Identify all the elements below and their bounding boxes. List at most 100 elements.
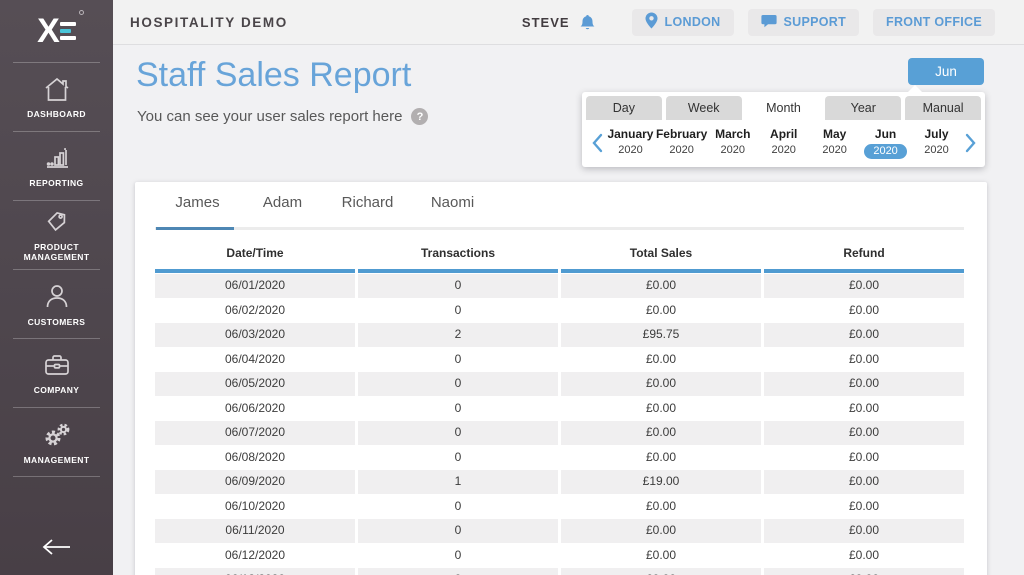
table-cell: 06/07/2020 bbox=[155, 421, 355, 445]
table-cell: £0.00 bbox=[764, 495, 964, 519]
notification-bell-icon[interactable] bbox=[579, 13, 596, 32]
table-body: 06/01/20200£0.00£0.0006/02/20200£0.00£0.… bbox=[155, 274, 964, 575]
month-item-may[interactable]: May2020 bbox=[809, 127, 860, 159]
table-cell: £0.00 bbox=[561, 568, 761, 575]
months-strip: January2020February2020March2020April202… bbox=[605, 127, 962, 159]
table-cell: £0.00 bbox=[561, 421, 761, 445]
front-office-button-label: FRONT OFFICE bbox=[886, 15, 982, 29]
month-item-july[interactable]: July2020 bbox=[911, 127, 962, 159]
column-header: Total Sales bbox=[561, 246, 761, 273]
table-row: 06/04/20200£0.00£0.00 bbox=[155, 348, 964, 372]
table-cell: £0.00 bbox=[764, 568, 964, 575]
table-cell: 0 bbox=[358, 348, 558, 372]
back-button[interactable] bbox=[0, 536, 113, 563]
month-year: 2020 bbox=[809, 144, 860, 156]
chevron-right-icon[interactable] bbox=[962, 133, 978, 153]
brand-logo[interactable]: X bbox=[0, 0, 113, 62]
sidebar-item-label: REPORTING bbox=[27, 178, 85, 188]
chevron-left-icon[interactable] bbox=[589, 133, 605, 153]
user-name[interactable]: STEVE bbox=[522, 15, 570, 30]
month-name: Jun bbox=[860, 127, 911, 141]
sales-table: Date/TimeTransactionsTotal SalesRefund 0… bbox=[155, 246, 964, 575]
table-cell: 1 bbox=[358, 470, 558, 494]
chat-bubble-icon bbox=[761, 14, 777, 31]
staff-tab-adam[interactable]: Adam bbox=[240, 194, 325, 227]
bar-chart-icon bbox=[42, 144, 72, 172]
help-icon[interactable]: ? bbox=[411, 108, 428, 125]
table-row: 06/06/20200£0.00£0.00 bbox=[155, 397, 964, 421]
sidebar-item-management[interactable]: MANAGEMENT bbox=[0, 408, 113, 476]
table-cell: £0.00 bbox=[764, 299, 964, 323]
picker-tab-week[interactable]: Week bbox=[666, 96, 742, 120]
sidebar-item-company[interactable]: COMPANY bbox=[0, 339, 113, 407]
sidebar-item-dashboard[interactable]: DASHBOARD bbox=[0, 63, 113, 131]
table-row: 06/02/20200£0.00£0.00 bbox=[155, 299, 964, 323]
table-cell: £0.00 bbox=[764, 372, 964, 396]
month-item-jun[interactable]: Jun2020 bbox=[860, 127, 911, 159]
table-cell: £0.00 bbox=[764, 544, 964, 568]
front-office-button[interactable]: FRONT OFFICE bbox=[873, 9, 995, 36]
picker-tab-day[interactable]: Day bbox=[586, 96, 662, 120]
table-cell: 0 bbox=[358, 372, 558, 396]
month-name: February bbox=[656, 127, 707, 141]
staff-tab-naomi[interactable]: Naomi bbox=[410, 194, 495, 227]
table-cell: 0 bbox=[358, 274, 558, 298]
sidebar-item-reporting[interactable]: REPORTING bbox=[0, 132, 113, 200]
table-cell: 0 bbox=[358, 519, 558, 543]
table-cell: 0 bbox=[358, 495, 558, 519]
page-title: Staff Sales Report bbox=[136, 56, 411, 95]
table-cell: £0.00 bbox=[561, 544, 761, 568]
logo-x-glyph: X bbox=[37, 14, 58, 48]
table-cell: 0 bbox=[358, 446, 558, 470]
selected-month-button[interactable]: Jun bbox=[908, 58, 984, 85]
support-button[interactable]: SUPPORT bbox=[748, 9, 860, 36]
home-icon bbox=[42, 75, 72, 103]
month-year: 2020 bbox=[758, 144, 809, 156]
location-pin-icon bbox=[645, 12, 658, 32]
month-item-january[interactable]: January2020 bbox=[605, 127, 656, 159]
gears-icon bbox=[40, 419, 74, 449]
month-name: April bbox=[758, 127, 809, 141]
table-cell: £0.00 bbox=[764, 348, 964, 372]
table-row: 06/05/20200£0.00£0.00 bbox=[155, 372, 964, 396]
table-cell: 06/04/2020 bbox=[155, 348, 355, 372]
topbar: HOSPITALITY DEMO STEVE LONDON SUPPORT bbox=[113, 0, 1024, 45]
table-cell: £0.00 bbox=[561, 372, 761, 396]
sidebar-item-label: DASHBOARD bbox=[25, 109, 88, 119]
app-title: HOSPITALITY DEMO bbox=[130, 15, 522, 30]
staff-tab-richard[interactable]: Richard bbox=[325, 194, 410, 227]
table-cell: £0.00 bbox=[764, 274, 964, 298]
table-cell: £0.00 bbox=[561, 274, 761, 298]
location-button-label: LONDON bbox=[665, 15, 721, 29]
app-screen: X DASHBOARD bbox=[0, 0, 1024, 575]
sidebar-item-label: COMPANY bbox=[32, 385, 82, 395]
month-item-february[interactable]: February2020 bbox=[656, 127, 707, 159]
table-cell: £0.00 bbox=[561, 495, 761, 519]
sidebar: X DASHBOARD bbox=[0, 0, 113, 575]
picker-tab-year[interactable]: Year bbox=[825, 96, 901, 120]
table-cell: £19.00 bbox=[561, 470, 761, 494]
picker-tab-month[interactable]: Month bbox=[746, 96, 822, 120]
table-row: 06/03/20202£95.75£0.00 bbox=[155, 323, 964, 347]
table-cell: 06/13/2020 bbox=[155, 568, 355, 575]
table-cell: 06/12/2020 bbox=[155, 544, 355, 568]
date-picker-panel: DayWeekMonthYearManual January2020Februa… bbox=[582, 92, 985, 167]
sidebar-item-customers[interactable]: CUSTOMERS bbox=[0, 270, 113, 338]
picker-tabs: DayWeekMonthYearManual bbox=[582, 92, 985, 120]
picker-tab-manual[interactable]: Manual bbox=[905, 96, 981, 120]
table-cell: 0 bbox=[358, 544, 558, 568]
location-button[interactable]: LONDON bbox=[632, 9, 734, 36]
month-name: January bbox=[605, 127, 656, 141]
page-subtitle-row: You can see your user sales report here … bbox=[137, 108, 428, 125]
table-cell: £0.00 bbox=[561, 446, 761, 470]
table-cell: 06/01/2020 bbox=[155, 274, 355, 298]
column-header: Transactions bbox=[358, 246, 558, 273]
sidebar-item-product-management[interactable]: PRODUCT MANAGEMENT bbox=[0, 201, 113, 269]
staff-tab-james[interactable]: James bbox=[155, 194, 240, 227]
table-header-row: Date/TimeTransactionsTotal SalesRefund bbox=[155, 246, 964, 273]
month-item-april[interactable]: April 2020 bbox=[758, 127, 809, 159]
month-item-march[interactable]: March2020 bbox=[707, 127, 758, 159]
report-card: JamesAdamRichardNaomi Date/TimeTransacti… bbox=[135, 182, 987, 575]
table-cell: £0.00 bbox=[764, 519, 964, 543]
table-cell: 06/10/2020 bbox=[155, 495, 355, 519]
